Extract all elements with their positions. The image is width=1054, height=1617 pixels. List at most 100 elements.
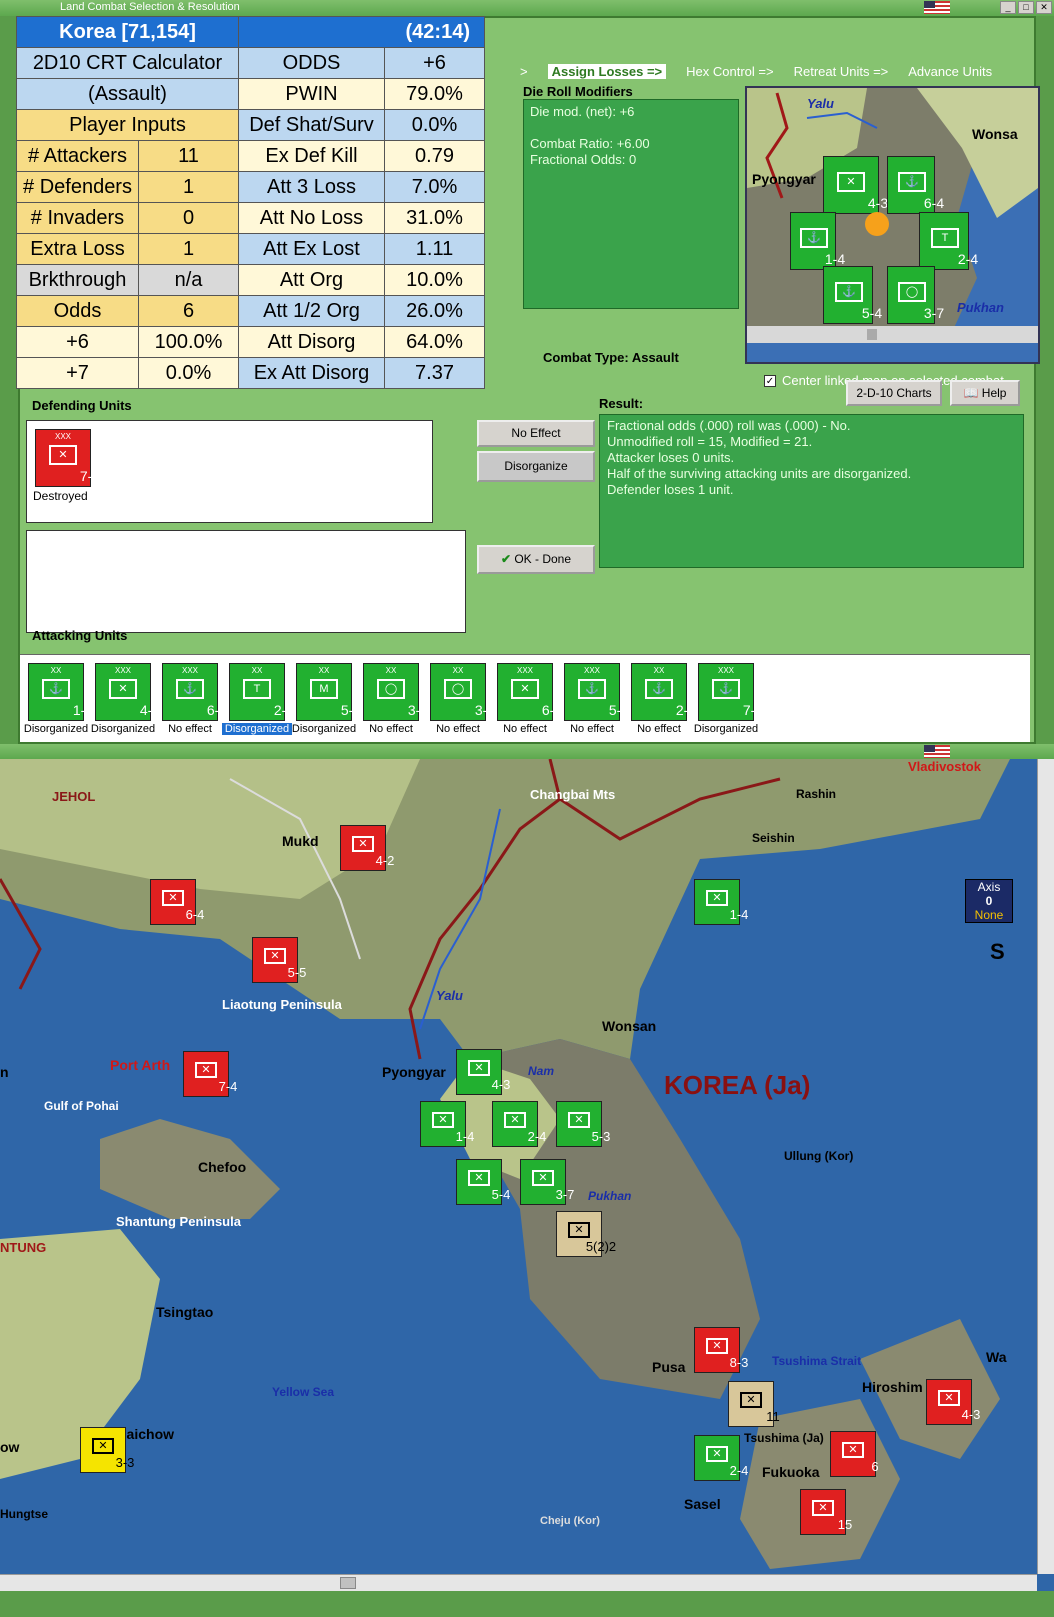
map-unit-counter[interactable]: ✕ 4-2 — [340, 825, 394, 871]
attacking-unit[interactable]: XXX ✕ 6-4 — [497, 663, 562, 721]
attacking-unit[interactable]: XXX ⚓ 6-4 — [162, 663, 227, 721]
map-unit-counter[interactable]: ✕ 2-4 — [492, 1101, 546, 1147]
attacking-unit-status: No effect — [168, 723, 212, 735]
mech-icon: ✕ — [49, 445, 77, 465]
unit-stats: 8-3 — [729, 1355, 749, 1370]
map-label-haichow: haichow — [118, 1426, 175, 1442]
attacking-unit[interactable]: XXX ⚓ 7-3 — [698, 663, 763, 721]
map-unit-counter[interactable]: ✕ 7-4 — [183, 1051, 237, 1097]
unit-stats: 4-3 — [961, 1407, 981, 1422]
map-unit-counter[interactable]: ✕ 5-3 — [556, 1101, 610, 1147]
result-value-1: 79.0% — [384, 78, 485, 110]
map-unit-counter[interactable]: ✕ 3-7 — [520, 1159, 574, 1205]
map-unit-counter[interactable]: ✕ 11 — [728, 1381, 780, 1427]
minimap-unit[interactable]: ✕ 4-3 — [823, 156, 888, 214]
map-label-port-arthur: Port Arth — [110, 1057, 171, 1073]
input-value-3[interactable]: 1 — [138, 233, 239, 265]
unit-stats: 15 — [837, 1517, 853, 1532]
attacking-unit[interactable]: XX T 2-4 — [229, 663, 294, 721]
map-unit-counter[interactable]: ✕ 6 — [830, 1431, 879, 1477]
attacking-unit[interactable]: XXX ⚓ 5-4 — [564, 663, 629, 721]
input-value-0[interactable]: 11 — [138, 140, 239, 172]
defending-unit[interactable]: XXX ✕ 7-5 — [35, 429, 100, 487]
close-icon[interactable]: ✕ — [1036, 1, 1052, 14]
input-label-1: # Defenders — [16, 171, 139, 203]
unit-type-icon: ◯ — [377, 679, 405, 699]
map-unit-counter[interactable]: ✕ 4-3 — [456, 1049, 510, 1095]
minimap-unit[interactable]: ◯ 3-7 — [887, 266, 944, 324]
input-value-1[interactable]: 1 — [138, 171, 239, 203]
minimize-icon[interactable]: _ — [1000, 1, 1016, 14]
tab-prev[interactable]: > — [520, 64, 528, 79]
attacking-unit-status: No effect — [369, 723, 413, 735]
input-label-0: # Attackers — [16, 140, 139, 172]
map-label-jehol: JEHOL — [52, 789, 96, 804]
map-unit-counter[interactable]: ✕ 8-3 — [694, 1327, 748, 1373]
map-unit-counter[interactable]: ✕ 1-4 — [694, 879, 748, 925]
minimap-unit[interactable]: ⚓ 1-4 — [790, 212, 845, 270]
result-value-8: 26.0% — [384, 295, 485, 327]
disorganize-button[interactable]: Disorganize — [477, 451, 595, 482]
unit-size: XXX — [717, 666, 734, 675]
scroll-thumb[interactable] — [340, 1577, 356, 1589]
maximize-icon[interactable]: □ — [1018, 1, 1034, 14]
tab-assign-losses[interactable]: Assign Losses => — [547, 64, 667, 79]
map-unit-counter[interactable]: ✕ 6-4 — [150, 879, 204, 925]
map-vertical-scrollbar[interactable] — [1037, 759, 1054, 1574]
unit-stats: 5-3 — [591, 1129, 611, 1144]
unit-type-icon: ⚓ — [712, 679, 740, 699]
minimap-unit[interactable]: T 2-4 — [919, 212, 978, 270]
charts-button[interactable]: 2-D-10 Charts — [846, 380, 942, 406]
attacking-unit[interactable]: XX ⚓ 2-6 — [631, 663, 696, 721]
map-label-ow: ow — [0, 1439, 20, 1455]
attacking-unit[interactable]: XXX ✕ 4-3 — [95, 663, 160, 721]
unit-type-icon: ✕ — [468, 1170, 490, 1186]
window-controls: _ □ ✕ — [1000, 1, 1052, 14]
map-label-korea: KOREA (Ja) — [664, 1070, 811, 1100]
attacking-units-strip: XX ⚓ 1-4 Disorganized XXX ✕ 4-3 Disorganized XXX… — [20, 654, 1030, 742]
checkbox-icon[interactable]: ✓ — [764, 374, 776, 387]
result-label-9: Att Disorg — [238, 326, 385, 358]
tab-retreat-units[interactable]: Retreat Units => — [794, 64, 889, 79]
checkmark-icon: ✔ — [500, 552, 511, 566]
unit-type-icon: ✕ — [812, 1500, 834, 1516]
defending-units-label: Defending Units — [32, 398, 132, 413]
map-unit-counter[interactable]: ✕ 15 — [800, 1489, 852, 1535]
input-value-2[interactable]: 0 — [138, 202, 239, 234]
main-map[interactable]: Vladivostok JEHOL Changbai Mts Rashin Se… — [0, 759, 1054, 1617]
map-unit-counter[interactable]: ✕ 5-5 — [252, 937, 306, 983]
map-unit-counter[interactable]: ✕ 2-4 — [694, 1435, 748, 1481]
map-horizontal-scrollbar[interactable] — [0, 1574, 1037, 1591]
ok-done-button[interactable]: ✔ OK - Done — [477, 545, 595, 574]
map-unit-counter[interactable]: ✕ 5(2)2 — [556, 1211, 616, 1257]
result-label-0: ODDS — [238, 47, 385, 79]
fractional-odds: Fractional Odds: 0 — [530, 152, 637, 167]
attacking-unit[interactable]: XX ◯ 3-7 — [363, 663, 428, 721]
unit-type-icon: ◯ — [444, 679, 472, 699]
result-label-4: Att 3 Loss — [238, 171, 385, 203]
attacking-unit-status: Disorganized — [693, 723, 759, 735]
map-unit-counter[interactable]: ✕ 1-4 — [420, 1101, 474, 1147]
tab-advance-units[interactable]: Advance Units — [908, 64, 992, 79]
minimap-unit[interactable]: ⚓ 6-4 — [887, 156, 944, 214]
no-effect-button[interactable]: No Effect — [477, 420, 595, 447]
attacking-unit[interactable]: XX M 5-3 — [296, 663, 361, 721]
map-unit-counter[interactable]: ✕ 5-4 — [456, 1159, 510, 1205]
unit-type-icon: M — [310, 679, 338, 699]
attacking-unit[interactable]: XX ◯ 3-6 — [430, 663, 495, 721]
unit-type-icon: ✕ — [511, 679, 539, 699]
map-unit-counter[interactable]: ✕ 4-3 — [926, 1379, 980, 1425]
unit-size: XX — [50, 666, 62, 675]
window-title: Land Combat Selection & Resolution — [60, 1, 240, 13]
map-label-rashin: Rashin — [796, 787, 837, 801]
help-button[interactable]: 📖 Help — [950, 380, 1020, 406]
tab-hex-control[interactable]: Hex Control => — [686, 64, 773, 79]
die-mod-net: Die mod. (net): +6 — [530, 104, 635, 119]
result-label-6: Att Ex Lost — [238, 233, 385, 265]
linked-minimap[interactable]: Yalu Wonsa Pyongyar Pukhan oul ✕4-3 ⚓6-4… — [745, 86, 1040, 364]
map-unit-counter[interactable]: ✕ 3-3 — [80, 1427, 134, 1473]
minimap-unit[interactable]: ⚓ 5-4 — [823, 266, 882, 324]
attacking-unit[interactable]: XX ⚓ 1-4 — [28, 663, 93, 721]
result-line: Half of the surviving attacking units ar… — [607, 466, 912, 481]
unit-type-icon: ✕ — [504, 1112, 526, 1128]
